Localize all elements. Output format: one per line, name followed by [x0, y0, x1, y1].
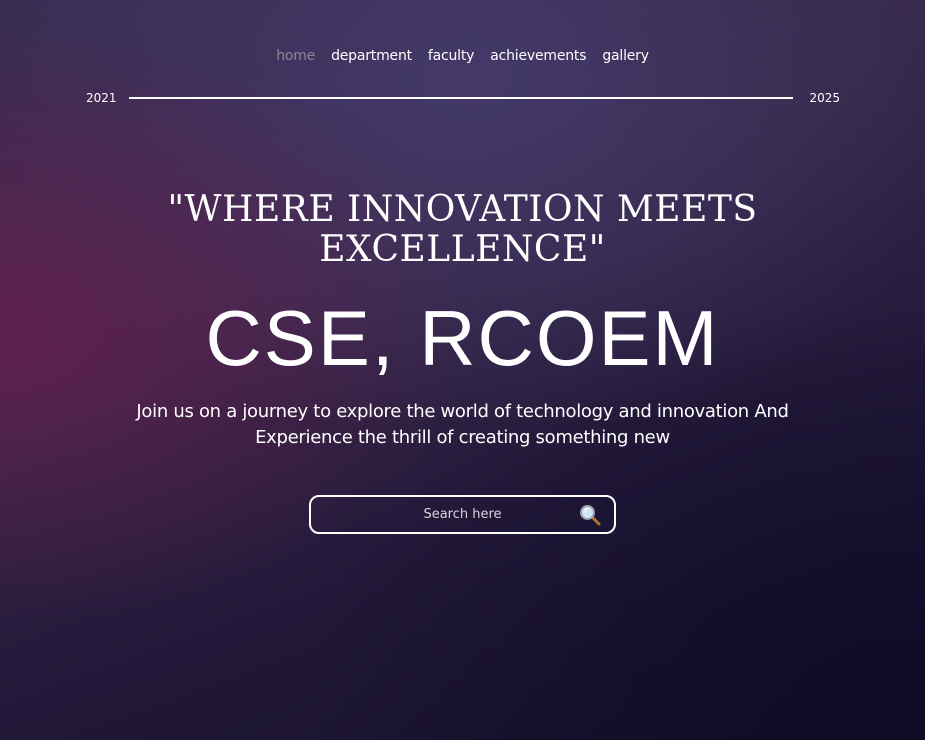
nav-item-home[interactable]: home — [276, 48, 315, 64]
search-box — [309, 495, 616, 534]
nav-item-department[interactable]: department — [331, 48, 412, 64]
search-input[interactable] — [311, 497, 614, 532]
hero-quote: "Where Innovation Meets Excellence" — [167, 189, 758, 270]
nav-item-achievements[interactable]: achievements — [490, 48, 586, 64]
nav-item-faculty[interactable]: faculty — [428, 48, 475, 64]
year-timeline: 2021 2025 — [86, 90, 840, 106]
page-title: CSE, RCOEM — [205, 294, 720, 382]
search-icon[interactable] — [579, 504, 601, 526]
timeline-line — [129, 97, 793, 99]
timeline-end-year: 2025 — [809, 91, 840, 105]
nav-item-gallery[interactable]: gallery — [602, 48, 649, 64]
hero-tagline: Join us on a journey to explore the worl… — [136, 401, 789, 448]
timeline-start-year: 2021 — [86, 91, 117, 105]
main-nav: home department faculty achievements gal… — [0, 48, 925, 64]
